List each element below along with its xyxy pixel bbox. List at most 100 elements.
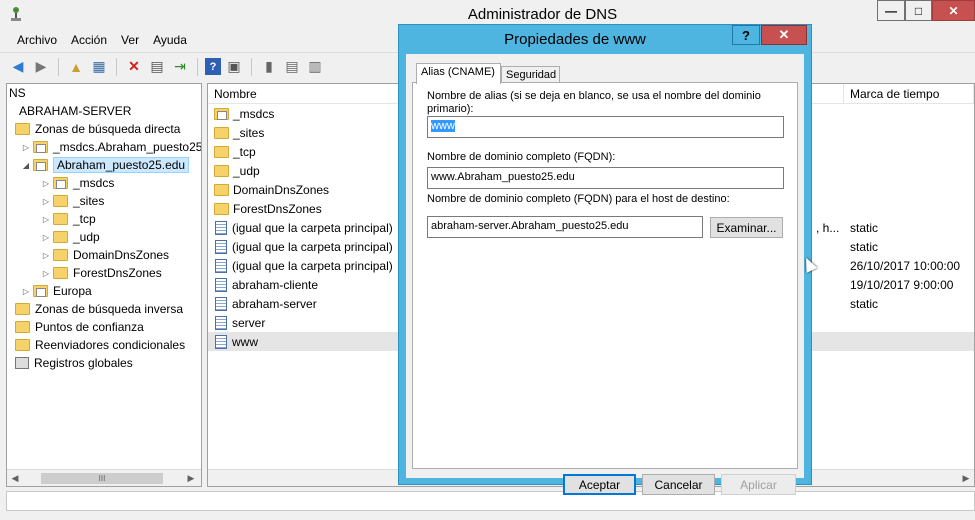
tree-item-label: Europa <box>53 284 92 298</box>
expand-arrow-icon[interactable]: ▷ <box>41 251 51 260</box>
menu-ver[interactable]: Ver <box>114 30 146 52</box>
collapse-arrow-icon[interactable]: ◢ <box>21 161 31 170</box>
scroll-left-icon[interactable]: ◀ <box>7 473 23 484</box>
list-item-name: ForestDnsZones <box>233 201 322 216</box>
tab-alias-cname[interactable]: Alias (CNAME) <box>416 63 501 84</box>
record-icon <box>215 334 227 349</box>
expand-arrow-icon[interactable]: ▷ <box>41 197 51 206</box>
tree-item-forestdnszones[interactable]: ▷ ForestDnsZones <box>41 264 162 282</box>
list-item-name: (igual que la carpeta principal) <box>232 239 393 254</box>
scroll-thumb[interactable]: III <box>41 472 163 484</box>
maximize-button[interactable]: □ <box>905 0 932 21</box>
properties-icon[interactable]: ▤ <box>147 57 167 77</box>
menu-ayuda[interactable]: Ayuda <box>146 30 194 52</box>
target-host-field[interactable]: abraham-server.Abraham_puesto25.edu <box>427 216 703 238</box>
folder-icon <box>214 126 229 139</box>
ok-button[interactable]: Aceptar <box>563 474 636 495</box>
list-item-data: , h... <box>816 220 840 235</box>
expand-arrow-icon[interactable]: ▷ <box>41 215 51 224</box>
menu-archivo[interactable]: Archivo <box>10 30 64 52</box>
tree-horizontal-scrollbar[interactable]: ◀ III ▶ <box>7 469 201 486</box>
expand-arrow-icon[interactable]: ▷ <box>21 143 31 152</box>
alias-value: www <box>431 120 455 132</box>
fqdn-field[interactable]: www.Abraham_puesto25.edu <box>427 167 784 189</box>
tree-item-conditional-forwarders[interactable]: Reenviadores condicionales <box>15 336 185 354</box>
back-arrow-icon[interactable]: ◀ <box>8 57 28 77</box>
toolbar-separator <box>197 57 198 76</box>
tree-item-label: Puntos de confianza <box>35 320 144 334</box>
tree-item-label: Zonas de búsqueda inversa <box>35 302 184 316</box>
folder-icon <box>214 164 229 177</box>
forward-arrow-icon[interactable]: ▶ <box>31 57 51 77</box>
tree-item-trust-points[interactable]: Puntos de confianza <box>15 318 144 336</box>
list-item-name: _tcp <box>233 144 256 159</box>
folder-icon <box>214 202 229 215</box>
column-header-timestamp[interactable]: Marca de tiempo <box>844 84 974 104</box>
tree-item-domaindnszones[interactable]: ▷ DomainDnsZones <box>41 246 169 264</box>
tree-pane: NS ABRAHAM-SERVER Zonas de búsqueda dire… <box>6 83 202 487</box>
tree-item-label: Zonas de búsqueda directa <box>35 122 181 136</box>
record-icon <box>215 296 227 311</box>
list-item-name: server <box>232 315 266 330</box>
folder-icon <box>53 267 68 279</box>
list-item-name: www <box>232 334 258 349</box>
server-icon[interactable]: ▮ <box>259 57 279 77</box>
show-hide-tree-icon[interactable]: ▦ <box>89 57 109 77</box>
tree-item-msdcs-zone[interactable]: ▷ _msdcs.Abraham_puesto25 <box>21 138 202 156</box>
list-item-name: (igual que la carpeta principal) <box>232 220 393 235</box>
tree-server[interactable]: ABRAHAM-SERVER <box>19 102 131 120</box>
view-icon[interactable]: ▣ <box>224 57 244 77</box>
list-item-name: abraham-cliente <box>232 277 319 292</box>
folder-icon <box>15 321 30 333</box>
scroll-right-icon[interactable]: ▶ <box>958 473 974 484</box>
minimize-button[interactable]: — <box>877 0 905 21</box>
up-folder-icon[interactable]: ▲ <box>66 57 86 77</box>
list-item-name: _sites <box>233 125 265 140</box>
dialog-help-button[interactable]: ? <box>732 25 760 45</box>
tree-item-msdcs[interactable]: ▷ _msdcs <box>41 174 114 192</box>
folder-icon <box>53 231 68 243</box>
expand-arrow-icon[interactable]: ▷ <box>21 287 31 296</box>
expand-arrow-icon[interactable]: ▷ <box>41 269 51 278</box>
tree-root[interactable]: NS <box>9 84 26 102</box>
tree-item-reverse-zones[interactable]: Zonas de búsqueda inversa <box>15 300 183 318</box>
alias-field[interactable]: www <box>427 116 784 138</box>
menu-accion[interactable]: Acción <box>64 30 114 52</box>
expand-arrow-icon[interactable]: ▷ <box>41 179 51 188</box>
browse-button[interactable]: Examinar... <box>710 217 783 238</box>
close-button[interactable]: ✕ <box>932 0 975 21</box>
zone-folder-icon <box>53 177 68 189</box>
log-icon <box>15 357 29 369</box>
cancel-button[interactable]: Cancelar <box>642 474 715 495</box>
export-list-icon[interactable]: ⇥ <box>170 57 190 77</box>
tree-item-label: Registros globales <box>34 356 133 370</box>
list-item-name: abraham-server <box>232 296 317 311</box>
tree-item-label: _msdcs.Abraham_puesto25 <box>53 140 202 154</box>
scroll-right-icon[interactable]: ▶ <box>183 473 199 484</box>
expand-arrow-icon[interactable]: ▷ <box>41 233 51 242</box>
tree-item-abraham-zone[interactable]: ◢ Abraham_puesto25.edu <box>21 156 190 174</box>
record-icon <box>215 277 227 292</box>
tree-item-sites[interactable]: ▷ _sites <box>41 192 104 210</box>
tree-item-europa[interactable]: ▷ Europa <box>21 282 92 300</box>
tree-root-label: NS <box>9 86 26 100</box>
help-icon[interactable]: ? <box>205 58 221 75</box>
tree-item-label: _msdcs <box>73 176 115 190</box>
dialog-close-button[interactable]: ✕ <box>761 25 807 45</box>
properties-dialog: Propiedades de www ? ✕ Alias (CNAME) Seg… <box>398 24 812 495</box>
tree-item-global-logs[interactable]: Registros globales <box>15 354 133 372</box>
apply-button[interactable]: Aplicar <box>721 474 796 495</box>
tree-item-forward-zones[interactable]: Zonas de búsqueda directa <box>15 120 180 138</box>
column-header-hidden[interactable] <box>808 84 844 104</box>
tree-item-tcp[interactable]: ▷ _tcp <box>41 210 96 228</box>
folder-icon <box>15 303 30 315</box>
tree-item-label: _udp <box>73 230 100 244</box>
zone-folder-icon <box>33 285 48 297</box>
tree-item-label: ForestDnsZones <box>73 266 162 280</box>
delete-icon[interactable]: ✕ <box>124 57 144 77</box>
list-item-name: _msdcs <box>233 106 275 121</box>
fqdn-label: Nombre de dominio completo (FQDN): <box>427 151 616 163</box>
tree-item-udp[interactable]: ▷ _udp <box>41 228 100 246</box>
records-icon[interactable]: ▤ <box>282 57 302 77</box>
zone-icon[interactable]: ▥ <box>305 57 325 77</box>
